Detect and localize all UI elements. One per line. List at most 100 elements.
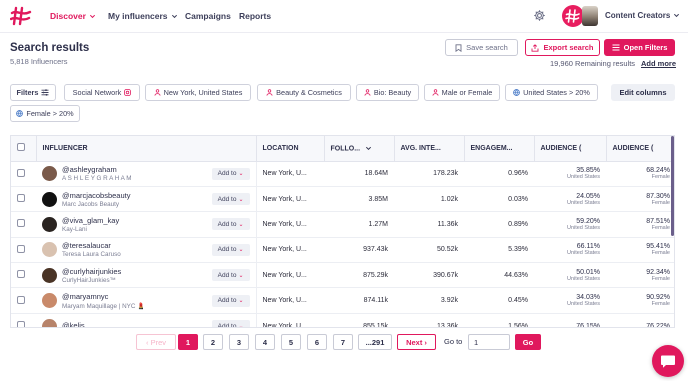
workspace-avatar[interactable]: [562, 5, 584, 27]
page-button-4[interactable]: 4: [255, 334, 275, 350]
filter-chip-audience-gender[interactable]: Female > 20%: [10, 105, 80, 122]
chevron-down-icon: ⌄: [238, 221, 244, 228]
row-checkbox[interactable]: [17, 295, 25, 304]
row-checkbox[interactable]: [17, 194, 25, 203]
page-button-6[interactable]: 6: [307, 334, 327, 350]
avatar[interactable]: [42, 216, 57, 232]
influencer-cell: @teresalaucar Teresa Laura Caruso Add to ⌄: [36, 237, 256, 264]
add-to-label: Add to: [217, 195, 237, 203]
avatar[interactable]: [42, 191, 57, 207]
column-header-engagement[interactable]: ENGAGEM...: [464, 136, 535, 162]
filter-chip-social-network[interactable]: Social Network: [64, 84, 140, 101]
page-button-3[interactable]: 3: [229, 334, 249, 350]
account-menu[interactable]: Content Creators: [605, 11, 680, 20]
table-row[interactable]: @kelis Add to ⌄ New York, U... 855.15k 13.36k…: [11, 313, 674, 328]
bookmark-icon: [455, 43, 462, 52]
influencer-handle[interactable]: @maryamnyc: [62, 292, 207, 301]
table-row[interactable]: @teresalaucar Teresa Laura Caruso Add to ⌄ N…: [11, 237, 674, 264]
table-row[interactable]: @maryamnyc Maryam Maquillage | NYC 💄 Add t…: [11, 287, 674, 314]
add-to-button[interactable]: Add to ⌄: [211, 167, 250, 180]
nav-my-influencers[interactable]: My influencers: [108, 11, 178, 21]
add-to-button[interactable]: Add to ⌄: [211, 269, 250, 282]
filter-chip-audience-country[interactable]: United States > 20%: [505, 84, 598, 101]
chevron-down-icon: ⌄: [238, 323, 244, 328]
add-to-button[interactable]: Add to ⌄: [211, 294, 250, 307]
chat-widget-button[interactable]: [652, 345, 684, 377]
column-header-followers[interactable]: FOLLO...: [324, 136, 395, 162]
nav-reports[interactable]: Reports: [239, 11, 271, 21]
globe-icon: [513, 89, 520, 96]
influencer-handle[interactable]: @teresalaucar: [62, 241, 207, 250]
filters-button[interactable]: Filters: [10, 84, 56, 101]
influencer-handle[interactable]: @ashleygraham: [62, 165, 207, 174]
save-search-button[interactable]: Save search: [445, 39, 518, 56]
filters-button-label: Filters: [16, 88, 39, 97]
export-search-button[interactable]: Export search: [525, 39, 600, 56]
audience-gender-cell: 76.22%: [606, 313, 674, 327]
edit-columns-button[interactable]: Edit columns: [611, 84, 675, 101]
table-row[interactable]: @viva_glam_kay Kay-Lani Add to ⌄ New York, U…: [11, 211, 674, 238]
page-title: Search results: [10, 42, 90, 54]
nav-discover[interactable]: Discover: [50, 11, 96, 21]
user-avatar[interactable]: [582, 6, 598, 26]
row-checkbox[interactable]: [17, 321, 25, 327]
page-button-2[interactable]: 2: [203, 334, 223, 350]
filter-chip-category[interactable]: Beauty & Cosmetics: [257, 84, 351, 101]
followers-cell: 874.11k: [324, 287, 394, 314]
filter-chip-location[interactable]: New York, United States: [145, 84, 251, 101]
goto-page-input[interactable]: [468, 334, 510, 350]
add-to-button[interactable]: Add to ⌄: [211, 320, 250, 328]
next-page-button[interactable]: Next ›: [397, 334, 436, 350]
add-to-button[interactable]: Add to ⌄: [211, 243, 250, 256]
row-checkbox[interactable]: [17, 168, 25, 177]
go-button[interactable]: Go: [515, 334, 541, 350]
column-header-location[interactable]: LOCATION: [256, 136, 325, 162]
column-header-audience-country[interactable]: AUDIENCE (: [534, 136, 607, 162]
table-scrollbar[interactable]: [671, 136, 674, 236]
page-button-last[interactable]: ...291: [358, 334, 392, 350]
table-row[interactable]: @marcjacobsbeauty Marc Jacobs Beauty Add t…: [11, 186, 674, 213]
page-button-7[interactable]: 7: [333, 334, 353, 350]
add-more-link[interactable]: Add more: [641, 59, 676, 68]
audience-country-label: United States: [566, 250, 600, 257]
engagement-cell: 0.45%: [464, 287, 534, 314]
engagement-cell: 0.03%: [464, 186, 534, 213]
filter-chip-label: Bio: Beauty: [373, 88, 412, 97]
row-checkbox[interactable]: [17, 219, 25, 228]
filter-chip-gender[interactable]: Male or Female: [424, 84, 500, 101]
nav-campaigns[interactable]: Campaigns: [185, 11, 231, 21]
avatar[interactable]: [42, 318, 57, 327]
brand-logo-icon[interactable]: [10, 6, 32, 26]
column-header-avg-interactions[interactable]: AVG. INTE...: [394, 136, 465, 162]
prev-page-button[interactable]: ‹ Prev: [136, 334, 176, 350]
avatar[interactable]: [42, 293, 57, 309]
open-filters-button[interactable]: Open Filters: [604, 39, 675, 56]
nav-discover-label: Discover: [50, 11, 86, 21]
audience-country-label: United States: [566, 199, 600, 206]
avatar[interactable]: [42, 267, 57, 283]
filter-chip-bio[interactable]: Bio: Beauty: [356, 84, 419, 101]
row-checkbox[interactable]: [17, 270, 25, 279]
page-button-1[interactable]: 1: [178, 334, 198, 350]
chevron-down-icon: [89, 14, 95, 18]
column-header-audience-gender[interactable]: AUDIENCE (: [606, 136, 674, 162]
page-button-5[interactable]: 5: [281, 334, 301, 350]
add-to-button[interactable]: Add to ⌄: [211, 193, 250, 206]
avatar[interactable]: [42, 242, 57, 258]
add-to-label: Add to: [217, 297, 237, 305]
influencer-handle[interactable]: @kelis: [62, 321, 207, 327]
avatar[interactable]: [42, 166, 57, 182]
influencer-handle[interactable]: @marcjacobsbeauty: [62, 191, 207, 200]
engagement-cell: 0.96%: [464, 161, 534, 187]
row-checkbox[interactable]: [17, 244, 25, 253]
select-all-checkbox[interactable]: [17, 143, 25, 152]
top-navigation-bar: Discover My influencers Campaigns Report…: [0, 0, 688, 33]
table-row[interactable]: @ashleygraham A S H L E Y G R A H A M Add …: [11, 161, 674, 187]
influencer-handle[interactable]: @viva_glam_kay: [62, 216, 207, 225]
nav-reports-label: Reports: [239, 11, 272, 21]
table-row[interactable]: @curlyhairjunkies CurlyHairJunkies™ Add to…: [11, 262, 674, 289]
gear-icon[interactable]: [533, 9, 546, 22]
column-header-influencer[interactable]: INFLUENCER: [36, 136, 257, 162]
influencer-handle[interactable]: @curlyhairjunkies: [62, 267, 207, 276]
add-to-button[interactable]: Add to ⌄: [211, 218, 250, 231]
